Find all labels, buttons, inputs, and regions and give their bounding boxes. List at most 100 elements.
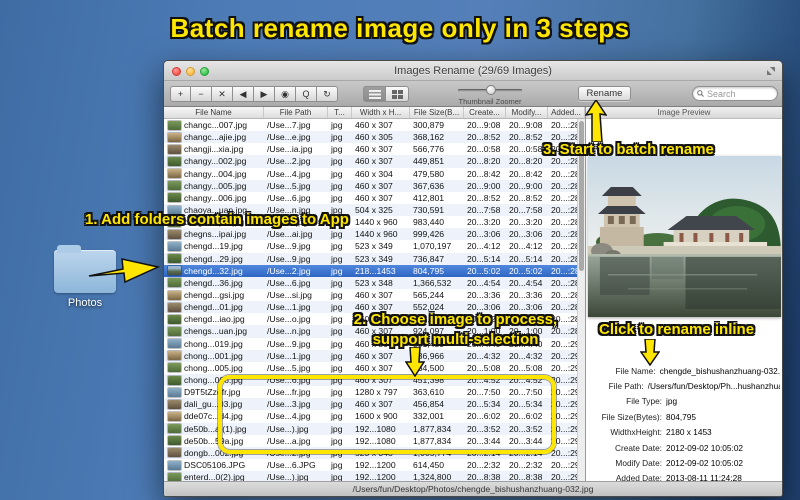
column-header[interactable]: Added... [548, 107, 585, 118]
table-cell: 218...1453 [355, 265, 396, 276]
table-cell: jpg [331, 132, 343, 143]
column-header[interactable]: Width x H... [352, 107, 410, 118]
metadata-value[interactable]: 2180 x 1453 [666, 427, 712, 437]
table-row[interactable]: changy...006.jpg/Use...6.jpg jpg 460 x 307… [164, 191, 585, 204]
desktop: Batch rename image only in 3 steps Photo… [0, 0, 800, 500]
multiselect-arrow-icon [405, 347, 425, 377]
search-input[interactable] [707, 88, 773, 99]
table-row[interactable]: changc...007.jpg/Use...7.jpg jpg 460 x 307… [164, 119, 585, 132]
file-name: changc...ajie.jpg [184, 132, 247, 143]
table-cell: 20...3:20 [467, 217, 501, 228]
thumbnail-icon [168, 278, 181, 288]
table-row[interactable]: chengd...gsi.jpg/Use...si.jpg jpg 460 x 30… [164, 288, 585, 302]
quicklook-button[interactable]: ◉ [275, 86, 296, 102]
table-cell: /Use...5.jpg [267, 180, 311, 191]
metadata-value[interactable]: 2012-09-02 10:05:02 [666, 458, 743, 468]
minimize-button[interactable] [186, 67, 195, 76]
remove-button[interactable]: − [191, 86, 212, 102]
close-button[interactable] [172, 67, 181, 76]
thumbnail-icon [168, 254, 181, 264]
table-row[interactable]: chong...001.jpg/Use...1.jpg jpg 460 x 307 4… [164, 349, 585, 362]
column-header[interactable]: T... [328, 107, 352, 118]
search-button[interactable]: Q [296, 86, 317, 102]
table-cell: 192...1200 [355, 460, 396, 470]
column-header[interactable]: File Path [264, 107, 328, 118]
table-cell: jpg [331, 192, 343, 203]
column-header[interactable]: File Size(B... [410, 107, 464, 118]
file-name: changy...006.jpg [184, 192, 247, 203]
forward-button[interactable]: ▶ [254, 86, 275, 102]
metadata-label: File Size(Bytes): [601, 411, 662, 422]
table-cell: 730,591 [413, 205, 445, 216]
column-header[interactable]: Create... [464, 107, 506, 118]
table-cell: 479,580 [413, 168, 445, 179]
thumbnail-icon [168, 436, 181, 446]
column-header[interactable]: Modify... [506, 107, 548, 118]
table-row[interactable]: chengd...36.jpg/Use...6.jpg jpg 523 x 348 1… [164, 276, 585, 289]
table-row[interactable]: chengd...19.jpg/Use...9.jpg jpg 523 x 349 1… [164, 240, 585, 253]
table-row[interactable]: enterd...0(2).jpg/Use...).jpg jpg 192...12… [164, 471, 585, 481]
slider-knob-icon[interactable] [486, 85, 496, 95]
file-name: chengs...uan.jpg [184, 326, 248, 337]
table-row[interactable]: chegns...ipai.jpg/Use...ai.jpg jpg 1440 x … [164, 228, 585, 241]
table-cell: 20...8:42 [509, 168, 543, 179]
metadata-value[interactable]: 2012-09-02 10:05:02 [666, 443, 743, 453]
clear-button[interactable]: ✕ [212, 86, 233, 102]
thumbnail-zoomer-slider[interactable] [458, 85, 522, 95]
table-cell: 1,366,532 [413, 277, 452, 288]
table-cell: 20...8:52 [467, 192, 501, 203]
thumbnail-icon [168, 193, 181, 203]
table-row[interactable]: DSC05106.JPG/Use...6.JPG jpg 192...1200 614… [164, 458, 585, 472]
metadata-value[interactable]: jpg [666, 396, 677, 406]
table-row[interactable]: changy...005.jpg/Use...5.jpg jpg 460 x 307… [164, 179, 585, 192]
add-folder-arrow-icon [88, 258, 160, 284]
search-field[interactable] [692, 86, 778, 101]
file-name: chong...019.jpg [184, 338, 243, 349]
file-name: changy...002.jpg [184, 156, 247, 167]
table-row[interactable]: changy...002.jpg/Use...2.jpg jpg 460 x 307… [164, 155, 585, 168]
table-cell: 1440 x 960 [355, 229, 398, 240]
table-scrollbar[interactable] [577, 119, 585, 481]
table-cell: 523 x 348 [355, 277, 393, 288]
metadata-label: File Path: [608, 381, 644, 392]
table-cell: 20...5:02 [509, 265, 543, 276]
table-row[interactable]: chong...005.jpg/Use...5.jpg jpg 460 x 307 3… [164, 361, 585, 374]
rename-button[interactable]: Rename [578, 86, 631, 101]
table-row[interactable]: changji...xia.jpg/Use...ia.jpg jpg 460 x 3… [164, 143, 585, 156]
table-cell: jpg [331, 241, 343, 252]
table-cell: /Use...9.jpg [267, 338, 311, 349]
table-cell: 368,162 [413, 132, 445, 143]
grid-view-button[interactable] [386, 86, 409, 102]
metadata-value[interactable]: 804,795 [666, 412, 696, 422]
table-cell: 20...7:58 [509, 205, 543, 216]
table-cell: 20...9:08 [467, 120, 501, 131]
table-cell: /Use...1.jpg [267, 350, 311, 361]
thumbnail-icon [168, 290, 181, 300]
table-header: File Name File Path T... Width x H... File S… [164, 107, 585, 119]
zoom-button[interactable] [200, 67, 209, 76]
table-cell: /Use...n.jpg [267, 326, 311, 337]
table-row[interactable]: changy...004.jpg/Use...4.jpg jpg 460 x 304… [164, 167, 585, 180]
list-view-button[interactable] [363, 86, 386, 102]
table-cell: /Use...6.JPG [267, 460, 316, 470]
table-row[interactable]: chengd...29.jpg/Use...9.jpg jpg 523 x 349 7… [164, 252, 585, 265]
thumbnail-icon [168, 169, 181, 179]
metadata-value[interactable]: chengde_bishushanzhuang-032.jpg [660, 366, 780, 376]
add-button[interactable]: + [170, 86, 191, 102]
table-row[interactable]: changc...ajie.jpg/Use...e.jpg jpg 460 x 30… [164, 131, 585, 144]
table-cell: /Use...e.jpg [267, 132, 311, 143]
metadata-row: Modify Date: 2012-09-02 10:05:02 [586, 455, 780, 470]
table-cell: 460 x 307 [355, 290, 393, 301]
table-cell: 460 x 307 [355, 192, 393, 203]
titlebar[interactable]: Images Rename (29/69 Images) [164, 61, 782, 81]
refresh-button[interactable]: ↻ [317, 86, 338, 102]
table-cell: /Use...ia.jpg [267, 144, 313, 155]
table-cell: jpg [331, 168, 343, 179]
column-header[interactable]: File Name [164, 107, 264, 118]
fullscreen-icon[interactable] [766, 66, 776, 76]
metadata-value[interactable]: /Users/fun/Desktop/Ph...hushanzhuang-032… [648, 381, 780, 391]
table-cell: 736,847 [413, 253, 445, 264]
back-button[interactable]: ◀ [233, 86, 254, 102]
table-cell: 449,851 [413, 156, 445, 167]
table-row[interactable]: chengd...32.jpg/Use...2.jpg jpg 218...1453… [164, 264, 585, 277]
